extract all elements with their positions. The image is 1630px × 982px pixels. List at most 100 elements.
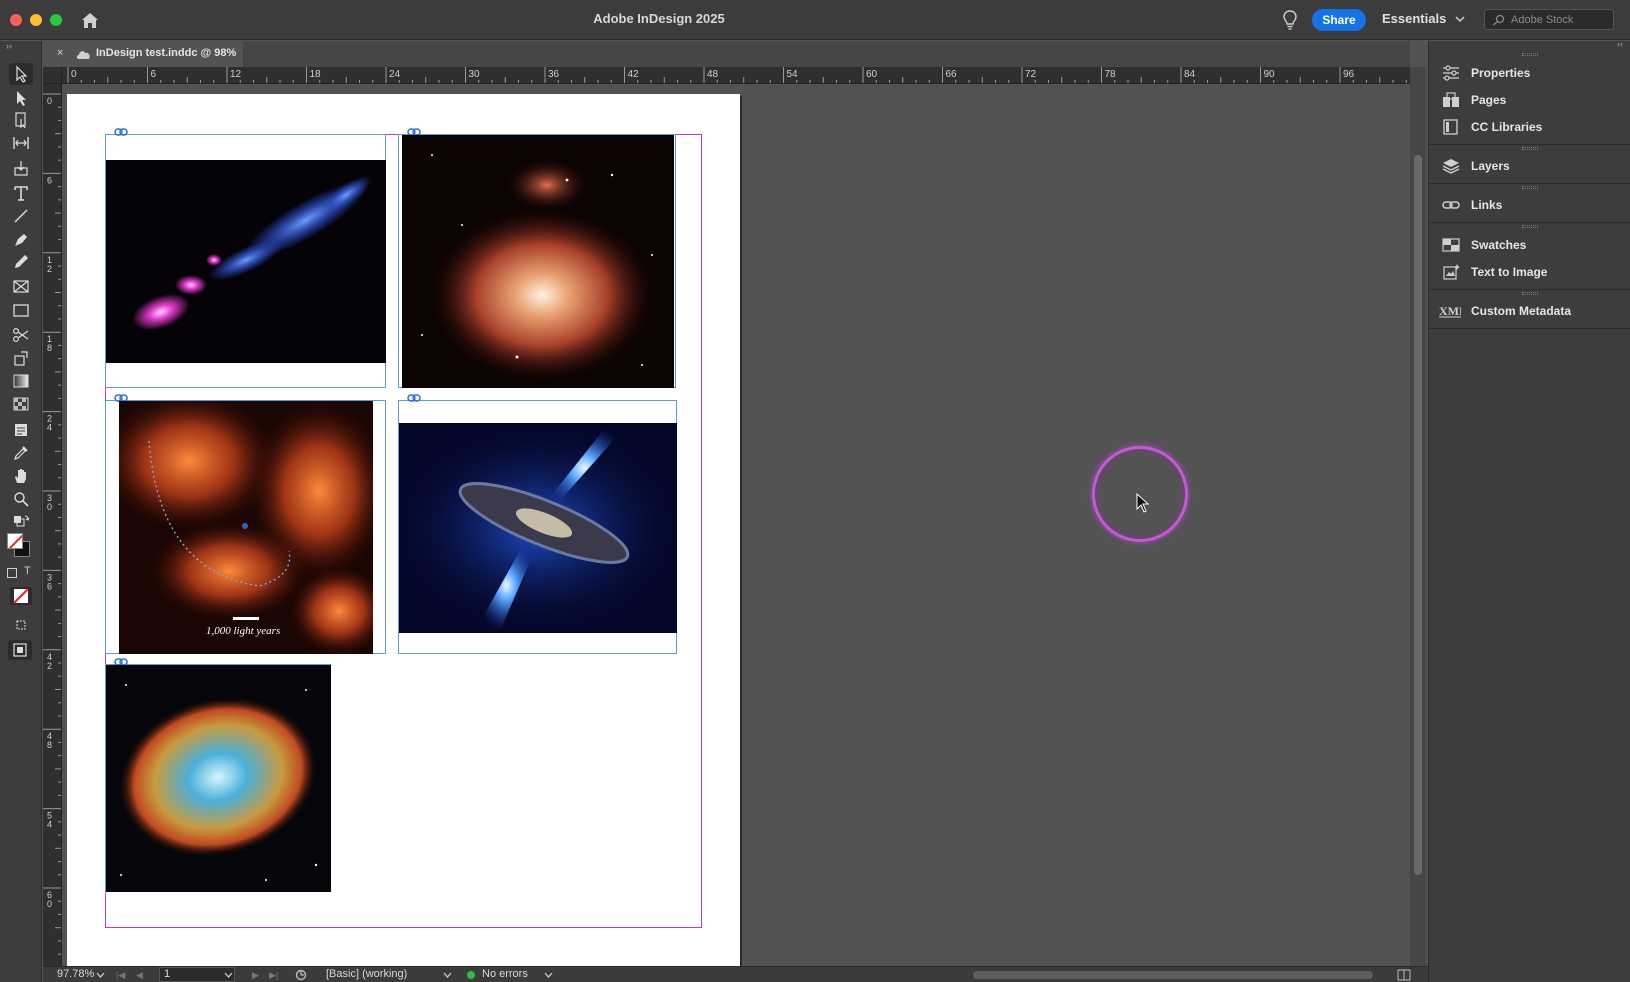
gradient-icon (13, 374, 29, 388)
ruler-label: 54 (787, 69, 799, 80)
panel-group-grip[interactable] (1522, 186, 1538, 189)
line-tool[interactable] (9, 205, 33, 227)
last-page-button[interactable]: ▶| (269, 970, 278, 981)
panel-item-pages[interactable]: Pages (1429, 86, 1630, 114)
type-tool[interactable] (9, 182, 33, 204)
vertical-scrollbar[interactable] (1410, 67, 1426, 966)
ruler-label: 90 (1264, 69, 1276, 80)
panel-item-cc-libraries[interactable]: CC Libraries (1429, 113, 1630, 141)
pencil-icon (15, 255, 28, 268)
default-fill-stroke-button[interactable] (9, 511, 33, 533)
share-button[interactable]: Share (1312, 9, 1366, 31)
eyedropper-icon (14, 446, 28, 460)
panel-group-grip[interactable] (1522, 53, 1538, 56)
preview-icon (13, 643, 27, 657)
ruler-label: 0 (71, 69, 77, 80)
preflight-errors[interactable]: No errors (482, 968, 528, 980)
scissors-tool[interactable] (9, 324, 33, 346)
pen-tool[interactable] (9, 229, 33, 251)
page-number-field[interactable]: 1 (159, 967, 235, 982)
tab-close-button[interactable]: × (57, 47, 63, 59)
image-frame-orange-nebula[interactable]: 1,000 light years (105, 394, 386, 654)
fill-swatch[interactable] (7, 533, 23, 549)
scissors-icon (12, 327, 29, 343)
split-window-icon[interactable] (1397, 969, 1411, 981)
panel-item-layers[interactable]: Layers (1429, 152, 1630, 180)
panel-group-grip[interactable] (1522, 225, 1538, 228)
document-canvas[interactable]: 1,000 light years (62, 84, 1410, 966)
ruler-label: 8 (47, 343, 52, 353)
status-ok-indicator (467, 971, 475, 979)
content-collector-tool[interactable] (9, 157, 33, 179)
content-grabber-link-icon[interactable] (407, 394, 421, 402)
rectangle-tool[interactable] (9, 299, 33, 321)
panel-item-label: Links (1471, 198, 1503, 212)
preflight-profile[interactable]: [Basic] (working) (326, 968, 407, 980)
zoom-level[interactable]: 97.78% (57, 968, 94, 980)
image-frame-crab-nebula[interactable] (105, 658, 331, 892)
adobe-stock-search-input[interactable]: Adobe Stock (1484, 9, 1614, 30)
vertical-ruler[interactable]: 06121824303642485460 (43, 84, 62, 966)
collapse-toolbar-icon[interactable]: ›› (6, 41, 12, 51)
next-page-button[interactable]: ▶ (252, 970, 259, 981)
image-frame-galaxy-jets[interactable] (398, 394, 677, 654)
chevron-down-icon[interactable] (1455, 14, 1465, 24)
default-colors-icon (14, 515, 30, 527)
panel-group-grip[interactable] (1522, 147, 1538, 150)
first-page-button[interactable]: |◀ (116, 970, 125, 981)
chevron-down-icon[interactable] (96, 971, 105, 979)
gap-tool[interactable] (9, 132, 33, 154)
lightbulb-icon[interactable] (1282, 10, 1298, 30)
image-frame-orion-nebula[interactable] (398, 128, 676, 388)
panel-divider (1429, 222, 1630, 223)
screen-mode-button[interactable] (9, 614, 33, 636)
horizontal-ruler[interactable]: 0 6 12 18 24 30 36 42 48 54 60 66 72 78 84 90 96 (62, 67, 1410, 84)
ruler-origin[interactable] (43, 67, 62, 84)
collapse-panels-icon[interactable]: ‹‹ (1617, 39, 1623, 49)
eyedropper-tool[interactable] (9, 442, 33, 464)
direct-selection-tool[interactable] (9, 87, 33, 109)
search-icon (1493, 14, 1505, 26)
content-grabber-link-icon[interactable] (114, 128, 128, 136)
cc-libraries-icon (1443, 119, 1458, 135)
panel-item-label: Pages (1471, 93, 1507, 107)
formatting-affects-container-icon[interactable] (7, 568, 17, 578)
gradient-swatch-tool[interactable] (9, 370, 33, 392)
selection-tool[interactable] (9, 63, 33, 85)
panel-group-grip[interactable] (1522, 292, 1538, 295)
image-frame-galaxy-jet[interactable] (105, 128, 386, 388)
horizontal-scrollbar-thumb[interactable] (973, 971, 1373, 979)
panel-item-custom-metadata[interactable]: XMP Custom Metadata (1429, 297, 1630, 325)
preflight-icon[interactable] (295, 969, 307, 981)
free-transform-tool[interactable] (9, 347, 33, 369)
note-tool[interactable] (9, 419, 33, 441)
vertical-scrollbar-thumb[interactable] (1414, 155, 1422, 875)
document-page[interactable]: 1,000 light years (67, 94, 740, 966)
previous-page-button[interactable]: ◀ (136, 970, 143, 981)
tab-document[interactable]: × InDesign test.inddc @ 98% (43, 41, 243, 67)
line-icon (14, 209, 28, 223)
panel-item-swatches[interactable]: Swatches (1429, 231, 1630, 259)
ruler-label: 2 (47, 264, 52, 274)
fill-stroke-swatch[interactable] (5, 531, 35, 559)
panel-item-properties[interactable]: Properties (1429, 59, 1630, 87)
chevron-down-icon[interactable] (224, 971, 233, 979)
rectangle-frame-tool[interactable] (9, 275, 33, 297)
zoom-tool[interactable] (9, 488, 33, 510)
hand-tool[interactable] (9, 465, 33, 487)
free-transform-icon (14, 351, 28, 366)
ruler-label: 36 (548, 69, 560, 80)
panel-item-text-to-image[interactable]: Text to Image (1429, 258, 1630, 286)
tab-label: InDesign test.inddc @ 98% (96, 47, 237, 59)
chevron-down-icon[interactable] (544, 971, 553, 979)
panel-item-links[interactable]: Links (1429, 191, 1630, 219)
formatting-affects-text-icon[interactable]: T (24, 565, 31, 577)
panel-divider (1429, 289, 1630, 290)
pencil-tool[interactable] (9, 251, 33, 273)
chevron-down-icon[interactable] (443, 971, 452, 979)
apply-none-button[interactable] (10, 587, 32, 605)
workspace-switcher[interactable]: Essentials (1382, 11, 1446, 26)
preview-mode-button[interactable] (8, 640, 32, 660)
gradient-feather-tool[interactable] (9, 393, 33, 415)
page-tool[interactable] (9, 109, 33, 131)
